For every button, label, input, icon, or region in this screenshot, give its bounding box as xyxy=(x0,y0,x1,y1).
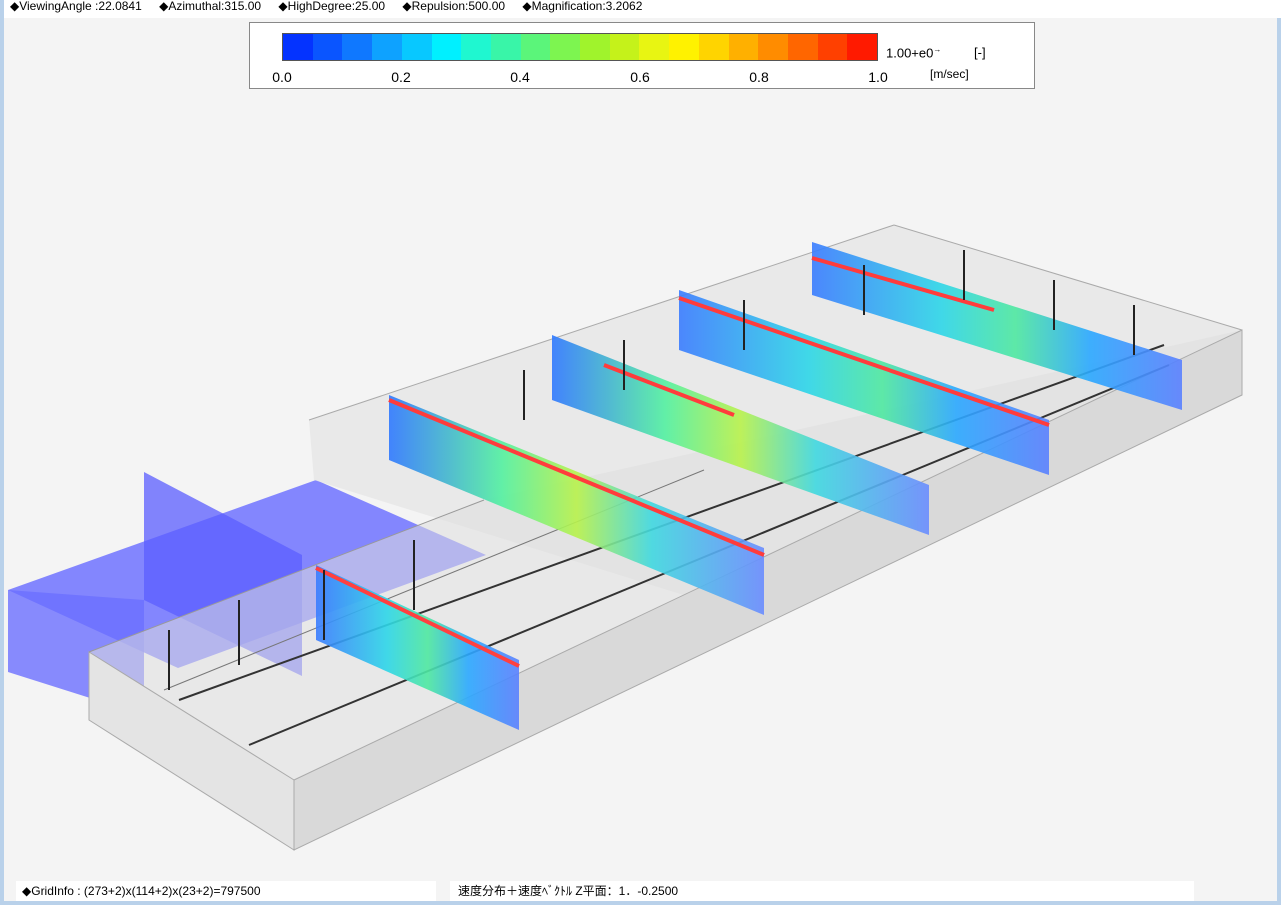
color-swatch xyxy=(669,34,699,60)
color-swatch xyxy=(698,34,729,60)
3d-viewport[interactable]: ◆ViewingAngle :22.0841 ◆Azimuthal:315.00… xyxy=(4,0,1281,901)
status-bar: ◆GridInfo : (273+2)x(114+2)x(23+2)=79750… xyxy=(4,879,1277,901)
flow-visualization-scene[interactable] xyxy=(4,0,1277,901)
color-swatch xyxy=(461,34,491,60)
legend-tick: 0.8 xyxy=(749,69,769,85)
color-swatch xyxy=(817,34,848,60)
legend-tick: 0.4 xyxy=(510,69,530,85)
color-swatch xyxy=(283,34,313,60)
grid-info-text: ◆GridInfo : (273+2)x(114+2)x(23+2)=79750… xyxy=(16,881,436,901)
vector-scale-label: 1.00+e0→ xyxy=(886,45,942,61)
color-swatch xyxy=(787,34,818,60)
color-swatch xyxy=(728,34,759,60)
legend-tick: 0.2 xyxy=(391,69,411,85)
color-swatch xyxy=(520,34,551,60)
color-scale-bar xyxy=(282,33,878,61)
color-swatch xyxy=(847,34,878,60)
color-swatch xyxy=(401,34,432,60)
arrow-icon: → xyxy=(933,45,942,54)
color-swatch xyxy=(580,34,610,60)
color-swatch xyxy=(550,34,581,60)
color-swatch xyxy=(312,34,343,60)
legend-tick: 0.6 xyxy=(630,69,650,85)
color-swatch xyxy=(758,34,788,60)
color-swatch xyxy=(639,34,670,60)
color-swatch xyxy=(431,34,462,60)
legend-tick: 1.0 xyxy=(868,69,888,85)
color-swatch xyxy=(490,34,521,60)
color-swatch xyxy=(342,34,373,60)
dimensionless-unit-label: [-] xyxy=(974,45,986,60)
color-swatch xyxy=(372,34,402,60)
plane-info-text: 速度分布＋速度ﾍﾞｸﾄﾙ Z平面：1．-0.2500 xyxy=(450,881,1194,901)
color-swatch xyxy=(609,34,640,60)
velocity-unit-label: [m/sec] xyxy=(930,67,969,81)
velocity-color-legend: 0.0 0.2 0.4 0.6 0.8 1.0 1.00+e0→ [-] [m/… xyxy=(249,22,1035,89)
legend-tick: 0.0 xyxy=(272,69,292,85)
